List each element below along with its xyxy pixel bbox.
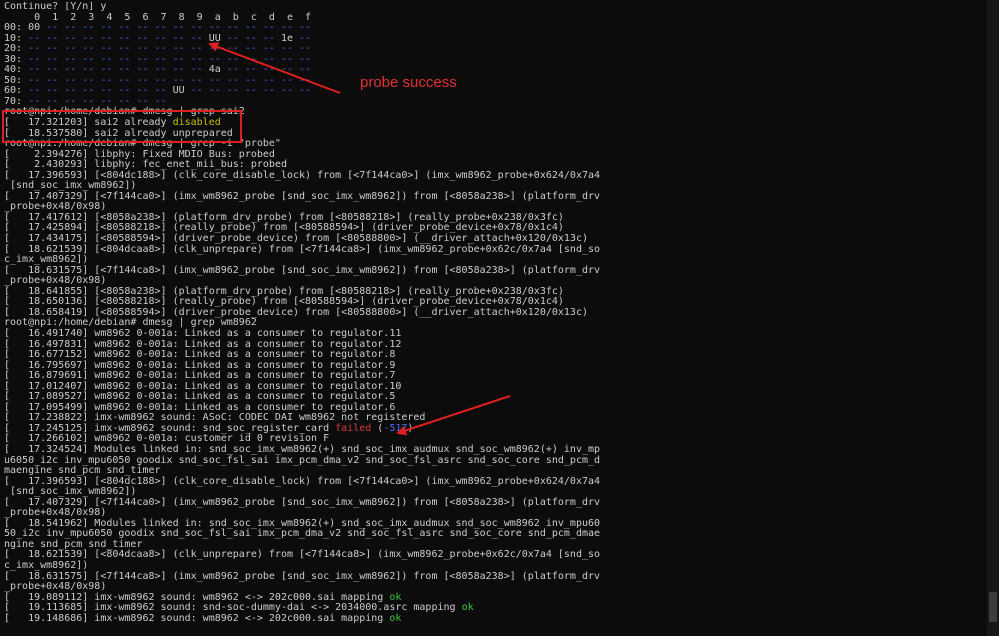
terminal-text: [ 19.148686] imx-wm8962 sound: wm8962 <-…: [4, 612, 390, 624]
terminal-text: 00: 00: [4, 22, 47, 34]
terminal-text: 0 1 2 3 4 5 6 7 8 9 a b c d e f: [4, 11, 312, 23]
terminal-text: -- -- -- -- -- -- -- -- -- --: [28, 32, 209, 44]
terminal-text: [ 16.879691] wm8962 0-001a: Linked as a …: [4, 370, 396, 382]
scrollbar[interactable]: [987, 0, 999, 636]
terminal-text: -- -- -- -- -- -- -- -- -- -- -- -- -- -…: [28, 74, 312, 86]
terminal-text: [ 17.434175] [<80588594>] (driver_probe_…: [4, 233, 588, 245]
terminal-line: [ 17.396593] [<804dc188>] (clk_core_disa…: [4, 169, 984, 182]
terminal-line: [ 18.621539] [<804dcaa8>] (clk_unprepare…: [4, 243, 984, 256]
terminal-text: -- -- -- -- -- -- -- --: [28, 95, 167, 107]
terminal-text: [ 17.396593] [<804dc188>] (clk_core_disa…: [4, 169, 601, 181]
terminal-text: [ 17.012407] wm8962 0-001a: Linked as a …: [4, 380, 402, 392]
terminal-line: [ 19.148686] imx-wm8962 sound: wm8962 <-…: [4, 612, 984, 625]
terminal-text: failed: [335, 422, 372, 434]
terminal-line: [ 17.407329] [<7f144ca0>] (imx_wm8962_pr…: [4, 190, 984, 203]
terminal-text: 50_i2c inv_mpu6050 goodix snd_soc_fsl_sa…: [4, 528, 601, 540]
terminal-text: 30:: [4, 53, 29, 65]
terminal-text: [ 2.430293] libphy: fec_enet_mii_bus: pr…: [4, 159, 287, 171]
terminal-text: 1e: [280, 32, 294, 44]
terminal-text: [ 18.658419] [<80588594>] (driver_probe_…: [4, 306, 588, 318]
terminal-text: [ 16.795697] wm8962 0-001a: Linked as a …: [4, 359, 396, 371]
terminal-text: _probe+0x48/0x98): [4, 581, 107, 593]
terminal-text: [ 17.089527] wm8962 0-001a: Linked as a …: [4, 391, 396, 403]
terminal-text: [ 17.245125] imx-wm8962 sound: snd_soc_r…: [4, 422, 336, 434]
terminal-text: -- -- -- -- -- -- -- -- -- -- -- -- -- -…: [46, 22, 312, 34]
terminal-text: c_imx_wm8962]): [4, 559, 89, 571]
terminal-text: [ 17.396593] [<804dc188>] (clk_core_disa…: [4, 475, 601, 487]
terminal-text: -- -- -- -- -- -- -- -- -- -- -- -- -- -…: [28, 53, 312, 65]
terminal-text: 70:: [4, 95, 29, 107]
terminal-line: [ 18.631575] [<7f144ca8>] (imx_wm8962_pr…: [4, 264, 984, 277]
terminal-text: -- -- -- -- -- -- -- -- -- --: [28, 64, 209, 76]
terminal-text: [ 2.394276] libphy: Fixed MDIO Bus: prob…: [4, 148, 275, 160]
probe-success-label: probe success: [360, 74, 457, 91]
terminal-text: [ 17.324524] Modules linked in: snd_soc_…: [4, 443, 601, 455]
terminal-text: [ 19.089112] imx-wm8962 sound: wm8962 <-…: [4, 591, 390, 603]
terminal-line: [ 18.631575] [<7f144ca8>] (imx_wm8962_pr…: [4, 570, 984, 583]
terminal-text: -- -- -- -- -- -- --: [184, 85, 312, 97]
terminal-text: [ 17.407329] [<7f144ca0>] (imx_wm8962_pr…: [4, 496, 601, 508]
terminal-text: [ 16.497831] wm8962 0-001a: Linked as a …: [4, 338, 402, 350]
terminal-text: [ 19.113685] imx-wm8962 sound: snd-soc-d…: [4, 602, 462, 614]
terminal-text: ok: [389, 591, 402, 603]
terminal-text: -- -- -- -- --: [220, 64, 312, 76]
terminal-text: [ 18.631575] [<7f144ca8>] (imx_wm8962_pr…: [4, 264, 601, 276]
terminal-text: [ 17.407329] [<7f144ca0>] (imx_wm8962_pr…: [4, 190, 601, 202]
terminal-line: 50_i2c inv_mpu6050 goodix snd_soc_fsl_sa…: [4, 529, 984, 540]
terminal-text: [ 18.650136] [<80588218>] (really_probe)…: [4, 296, 564, 308]
terminal-text: 60:: [4, 85, 29, 97]
terminal-text: [ 17.238822] imx-wm8962 sound: ASoC: COD…: [4, 412, 426, 424]
terminal-line: [ 18.621539] [<804dcaa8>] (clk_unprepare…: [4, 550, 984, 561]
scrollbar-thumb[interactable]: [989, 592, 997, 622]
terminal-text: ok: [389, 612, 402, 624]
terminal-text: [ 16.491740] wm8962 0-001a: Linked as a …: [4, 327, 402, 339]
terminal-text: [ 18.541962] Modules linked in: snd_soc_…: [4, 517, 601, 529]
terminal-text: [snd_soc_imx_wm8962]): [4, 486, 137, 498]
terminal-text: -- -- -- -- -- -- -- -- -- -- -- -- -- -…: [28, 43, 312, 55]
terminal-text: ngine snd_pcm snd_timer: [4, 538, 143, 550]
terminal-line: [ 17.407329] [<7f144ca0>] (imx_wm8962_pr…: [4, 496, 984, 509]
terminal-text: [ 18.641855] [<8058a238>] (platform_drv_…: [4, 285, 564, 297]
terminal-text: -517: [383, 422, 408, 434]
terminal-line: [ 17.396593] [<804dc188>] (clk_core_disa…: [4, 475, 984, 488]
terminal-text: UU: [172, 85, 185, 97]
terminal-text: 40:: [4, 64, 29, 76]
terminal-text: (: [371, 422, 384, 434]
terminal-text: [ 18.621539] [<804dcaa8>] (clk_unprepare…: [4, 549, 601, 561]
terminal-text: ok: [461, 602, 474, 614]
terminal-text: _probe+0x48/0x98): [4, 275, 107, 287]
terminal-text: [ 17.417612] [<8058a238>] (platform_drv_…: [4, 211, 564, 223]
terminal-text: 20:: [4, 43, 29, 55]
terminal-text: --: [293, 32, 312, 44]
terminal-text: ): [407, 422, 414, 434]
terminal-text: [ 17.266102] wm8962 0-001a: customer id …: [4, 433, 330, 445]
terminal-text: 4a: [208, 64, 221, 76]
terminal-text: c_imx_wm8962]): [4, 254, 89, 266]
terminal-text: [ 17.095499] wm8962 0-001a: Linked as a …: [4, 401, 396, 413]
terminal-text: root@npi:/home/debian# dmesg | grep wm89…: [4, 317, 257, 329]
terminal-text: [ 17.425894] [<80588218>] (really_probe)…: [4, 222, 564, 234]
terminal-text: -- -- -- -- -- -- -- --: [28, 85, 173, 97]
terminal-text: u6050_i2c inv_mpu6050 goodix snd_soc_fsl…: [4, 454, 601, 466]
terminal-text: [ 18.631575] [<7f144ca8>] (imx_wm8962_pr…: [4, 570, 601, 582]
terminal-text: [ 16.677152] wm8962 0-001a: Linked as a …: [4, 349, 396, 361]
terminal-text: _probe+0x48/0x98): [4, 201, 107, 213]
terminal-text: maengine snd_pcm snd_timer: [4, 465, 161, 477]
terminal-text: 50:: [4, 74, 29, 86]
terminal-text: -- -- --: [220, 32, 281, 44]
terminal-text: _probe+0x48/0x98): [4, 507, 107, 519]
terminal-text: Continue? [Y/n] y: [4, 2, 107, 12]
terminal-text: [ 18.621539] [<804dcaa8>] (clk_unprepare…: [4, 243, 601, 255]
terminal-text: [snd_soc_imx_wm8962]): [4, 180, 137, 192]
terminal-text: UU: [208, 32, 221, 44]
terminal-output: Continue? [Y/n] y 0 1 2 3 4 5 6 7 8 9 a …: [4, 2, 984, 636]
highlight-box: [2, 110, 242, 143]
terminal-text: 10:: [4, 32, 29, 44]
